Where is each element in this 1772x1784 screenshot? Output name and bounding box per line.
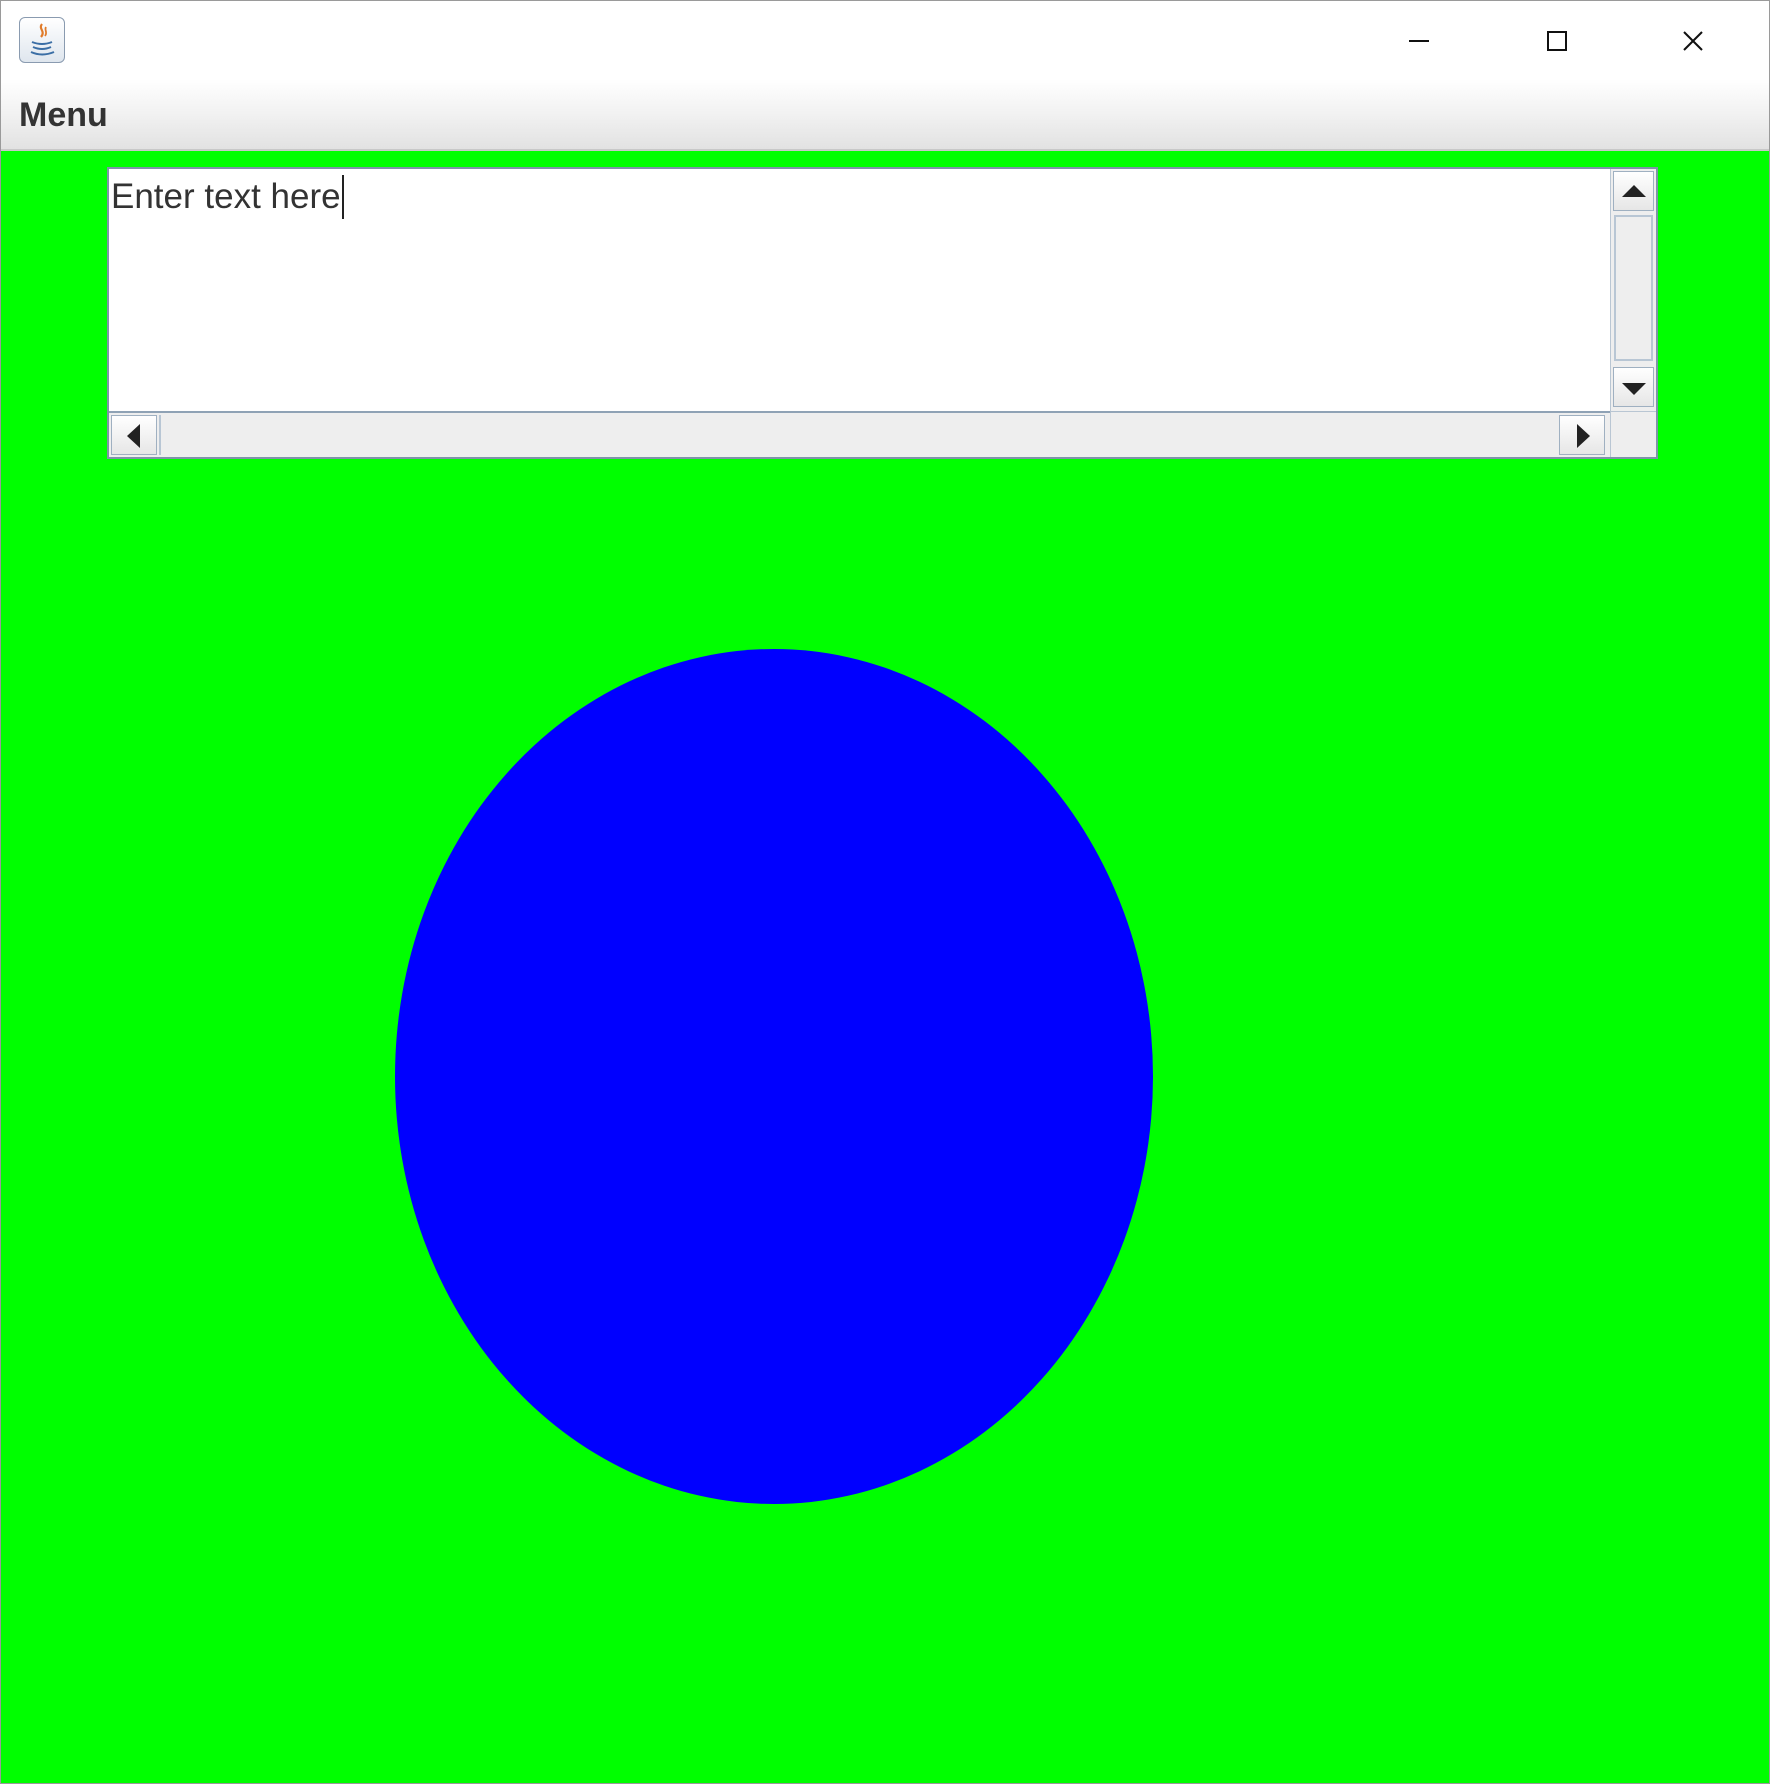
minimize-icon <box>1409 40 1429 42</box>
text-area-value: Enter text here <box>111 177 341 216</box>
java-coffee-icon <box>19 17 65 63</box>
close-icon <box>1683 31 1703 51</box>
text-area[interactable]: Enter text here <box>109 169 1610 411</box>
horizontal-scrollbar[interactable] <box>109 411 1610 457</box>
drawing-canvas: Enter text here <box>1 151 1769 1783</box>
scroll-down-button[interactable] <box>1613 367 1654 407</box>
maximize-icon <box>1547 31 1567 51</box>
menu-bar: Menu <box>1 79 1769 151</box>
arrow-left-icon <box>127 424 140 448</box>
app-window: Menu Enter text here <box>0 0 1770 1784</box>
title-bar[interactable] <box>1 1 1769 79</box>
arrow-up-icon <box>1622 185 1646 197</box>
text-caret <box>341 175 344 219</box>
maximize-button[interactable] <box>1489 1 1626 79</box>
menu-item-menu[interactable]: Menu <box>19 95 108 135</box>
close-button[interactable] <box>1626 1 1763 79</box>
text-scroll-pane: Enter text here <box>107 167 1658 459</box>
horizontal-scroll-thumb[interactable] <box>159 415 1555 455</box>
scroll-right-button[interactable] <box>1559 415 1605 455</box>
vertical-scrollbar[interactable] <box>1610 169 1656 411</box>
arrow-right-icon <box>1577 424 1590 448</box>
blue-ellipse <box>395 649 1153 1504</box>
minimize-button[interactable] <box>1352 1 1489 79</box>
scroll-left-button[interactable] <box>111 415 157 455</box>
arrow-down-icon <box>1622 383 1646 395</box>
vertical-scroll-thumb[interactable] <box>1614 215 1653 361</box>
scrollbar-corner <box>1610 411 1656 457</box>
scroll-up-button[interactable] <box>1613 171 1654 211</box>
